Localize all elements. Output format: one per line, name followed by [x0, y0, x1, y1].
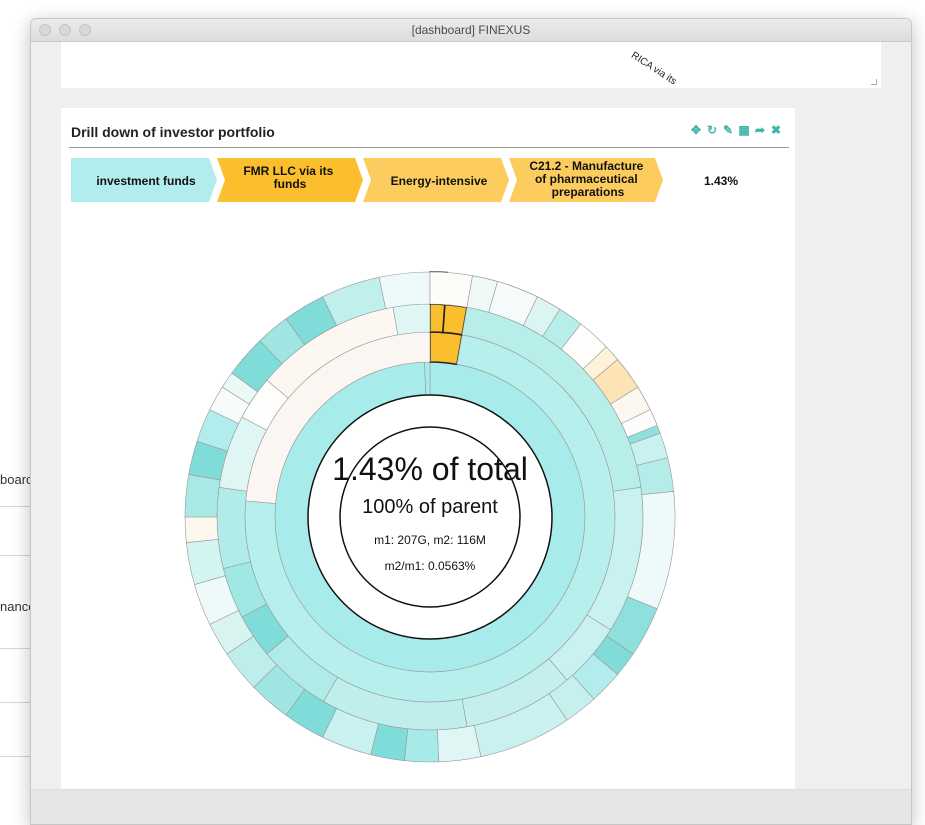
app-window: [dashboard] FINEXUS RICA via its Drill d…	[30, 18, 912, 825]
breadcrumb-line: funds	[274, 177, 307, 191]
sunburst-segment-level-4[interactable]	[404, 728, 439, 763]
sunburst-segment-level-2[interactable]	[429, 331, 464, 366]
breadcrumb-label: Energy-intensive	[391, 174, 488, 188]
title-bar[interactable]: [dashboard] FINEXUS	[31, 19, 911, 42]
sunburst-segment-level-4[interactable]	[378, 271, 431, 310]
breadcrumb-line: preparations	[552, 185, 625, 199]
percent-of-parent: 100% of parent	[362, 496, 498, 518]
ratio-label: m2/m1: 0.0563%	[385, 559, 476, 573]
breadcrumb-item[interactable]: investment funds	[71, 158, 217, 202]
window-title: [dashboard] FINEXUS	[411, 23, 531, 37]
drilldown-panel: Drill down of investor portfolio ✥ ↻ ✎ ▦…	[61, 108, 795, 795]
dashboard-content: RICA via its Drill down of investor port…	[31, 42, 911, 824]
breadcrumb-line: C21.2 - Manufacture	[529, 159, 643, 173]
breadcrumb-line: FMR LLC via its	[243, 164, 333, 178]
breadcrumb-value: 1.43%	[704, 174, 738, 188]
percent-of-total: 1.43% of total	[332, 451, 528, 487]
sunburst-segment-level-4[interactable]	[184, 516, 219, 543]
rotated-label: RICA via its	[629, 50, 679, 88]
metrics-label: m1: 207G, m2: 116M	[374, 533, 486, 547]
previous-panel: RICA via its	[61, 42, 881, 88]
sunburst-segment-level-1[interactable]	[424, 361, 431, 396]
breadcrumb-item[interactable]: C21.2 - Manufacture of pharmaceutical pr…	[509, 158, 663, 202]
sunburst-segment-level-3[interactable]	[216, 487, 251, 569]
resize-handle[interactable]	[871, 79, 877, 85]
dashboard-footer	[31, 789, 911, 824]
breadcrumb-label: investment funds	[96, 174, 196, 188]
sunburst-segment-level-4[interactable]	[184, 474, 221, 518]
breadcrumb-item[interactable]: FMR LLC via its funds	[217, 158, 363, 202]
sunburst-segment-level-4[interactable]	[437, 724, 482, 763]
sunburst-segment-level-3[interactable]	[392, 303, 431, 336]
background-window-text: boarc	[0, 472, 33, 487]
sunburst-segment-level-4[interactable]	[429, 271, 473, 308]
breadcrumb: investment funds FMR LLC via its funds E…	[71, 158, 738, 202]
sunburst-chart: investment funds FMR LLC via its funds E…	[71, 158, 738, 763]
breadcrumb-line: of pharmaceutical	[535, 172, 638, 186]
breadcrumb-item[interactable]: Energy-intensive	[363, 158, 509, 202]
